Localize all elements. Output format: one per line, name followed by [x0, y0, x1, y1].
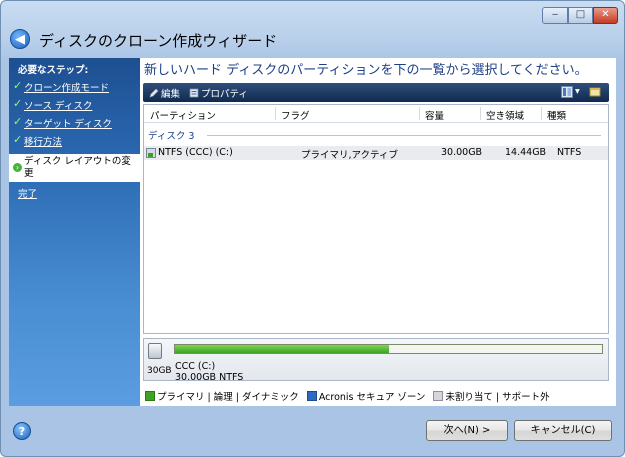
properties-button[interactable]: プロパティ	[189, 86, 248, 100]
footer-bar: ? 次へ(N) > キャンセル(C)	[1, 410, 624, 456]
column-divider	[275, 107, 276, 120]
maximize-icon: □	[575, 9, 586, 20]
step-target-disk[interactable]: ✓ ターゲット ディスク	[9, 114, 140, 130]
view-columns-icon[interactable]	[561, 86, 573, 98]
disk-layout-panel: 30GB CCC (C:) 30.00GB NTFS	[143, 338, 609, 383]
title-bar: ◀ ディスクのクローン作成ウィザード ‒ □ ✕	[1, 1, 624, 57]
group-divider	[207, 135, 601, 136]
check-icon: ✓	[13, 133, 23, 146]
steps-heading: 必要なステップ:	[18, 65, 89, 76]
cell-flags: プライマリ,アクティブ	[301, 150, 398, 161]
properties-icon	[189, 88, 199, 98]
minimize-icon: ‒	[551, 9, 559, 20]
window-title: ディスクのクローン作成ウィザード	[39, 32, 278, 50]
column-divider	[480, 107, 481, 120]
back-button[interactable]: ◀	[10, 29, 30, 49]
table-header: パーティション フラグ 容量 空き領域 種類	[144, 105, 608, 123]
minimize-button[interactable]: ‒	[542, 7, 568, 24]
instruction-text: 新しいハード ディスクのパーティションを下の一覧から選択してください。	[144, 63, 588, 78]
cell-capacity: 30.00GB	[441, 147, 483, 158]
partition-table: パーティション フラグ 容量 空き領域 種類 ディスク 3 NTFS (CCC)…	[143, 104, 609, 334]
close-button[interactable]: ✕	[593, 7, 618, 24]
legend-primary: プライマリ | 論理 | ダイナミック	[157, 392, 299, 403]
cell-type: NTFS	[557, 147, 582, 158]
column-divider	[541, 107, 542, 120]
next-button[interactable]: 次へ(N) >	[426, 420, 508, 441]
disk-group-label: ディスク 3	[148, 131, 195, 142]
wizard-window: ◀ ディスクのクローン作成ウィザード ‒ □ ✕ 必要なステップ: ✓ クローン…	[0, 0, 625, 457]
step-label: ディスク レイアウトの変更	[24, 156, 131, 179]
maximize-button[interactable]: □	[568, 7, 593, 24]
step-migration-method[interactable]: ✓ 移行方法	[9, 132, 140, 148]
column-divider	[419, 107, 420, 120]
help-icon[interactable]: ?	[13, 422, 31, 440]
options-icon[interactable]	[589, 86, 601, 98]
cancel-button[interactable]: キャンセル(C)	[514, 420, 612, 441]
column-header[interactable]: 種類	[547, 108, 566, 122]
step-disk-layout-current: › ディスク レイアウトの変更	[9, 154, 140, 182]
step-label: 移行方法	[24, 137, 63, 148]
primary-swatch-icon	[145, 391, 155, 401]
check-icon: ✓	[13, 97, 23, 110]
partition-usage-bar[interactable]	[174, 344, 603, 354]
legend-unallocated: 未割り当て | サポート外	[445, 392, 550, 403]
step-label: クローン作成モード	[24, 83, 110, 94]
main-panel: 新しいハード ディスクのパーティションを下の一覧から選択してください。 編集 プ…	[140, 58, 616, 406]
check-icon: ✓	[13, 115, 23, 128]
steps-sidebar: 必要なステップ: ✓ クローン作成モード ✓ ソース ディスク ✓ ターゲット …	[9, 58, 140, 406]
partition-usage-fill	[175, 345, 389, 353]
step-source-disk[interactable]: ✓ ソース ディスク	[9, 96, 140, 112]
chevron-down-icon[interactable]: ▾	[575, 86, 580, 97]
legend-acronis: Acronis セキュア ゾーン	[318, 392, 426, 403]
current-step-arrow-icon: ›	[13, 163, 22, 172]
column-header[interactable]: 空き領域	[486, 108, 524, 122]
column-header[interactable]: フラグ	[281, 108, 310, 122]
partition-detail: 30.00GB NTFS	[175, 372, 244, 383]
partition-icon	[146, 148, 156, 158]
partition-name: CCC (C:)	[175, 361, 216, 372]
step-clone-mode[interactable]: ✓ クローン作成モード	[9, 78, 140, 94]
cell-partition: NTFS (CCC) (C:)	[158, 147, 233, 158]
back-arrow-icon: ◀	[15, 32, 25, 47]
column-header[interactable]: 容量	[425, 108, 444, 122]
cell-free: 14.44GB	[505, 147, 547, 158]
column-header[interactable]: パーティション	[150, 108, 216, 122]
step-finish[interactable]: 完了	[18, 186, 37, 200]
disk-size: 30GB	[147, 366, 172, 376]
pencil-icon	[149, 88, 159, 98]
toolbar: 編集 プロパティ ▾	[143, 83, 609, 102]
unallocated-swatch-icon	[433, 391, 444, 401]
step-label: ソース ディスク	[24, 101, 93, 112]
edit-label: 編集	[161, 89, 181, 100]
check-icon: ✓	[13, 79, 23, 92]
table-row[interactable]: NTFS (CCC) (C:) プライマリ,アクティブ 30.00GB 14.4…	[144, 146, 608, 161]
partition-legend: プライマリ | 論理 | ダイナミック Acronis セキュア ゾーン 未割り…	[145, 389, 550, 403]
close-icon: ✕	[601, 9, 610, 20]
step-label: ターゲット ディスク	[24, 119, 112, 130]
properties-label: プロパティ	[201, 89, 248, 100]
hard-disk-icon	[148, 343, 162, 359]
acronis-zone-swatch-icon	[306, 391, 317, 401]
edit-button[interactable]: 編集	[149, 86, 180, 100]
